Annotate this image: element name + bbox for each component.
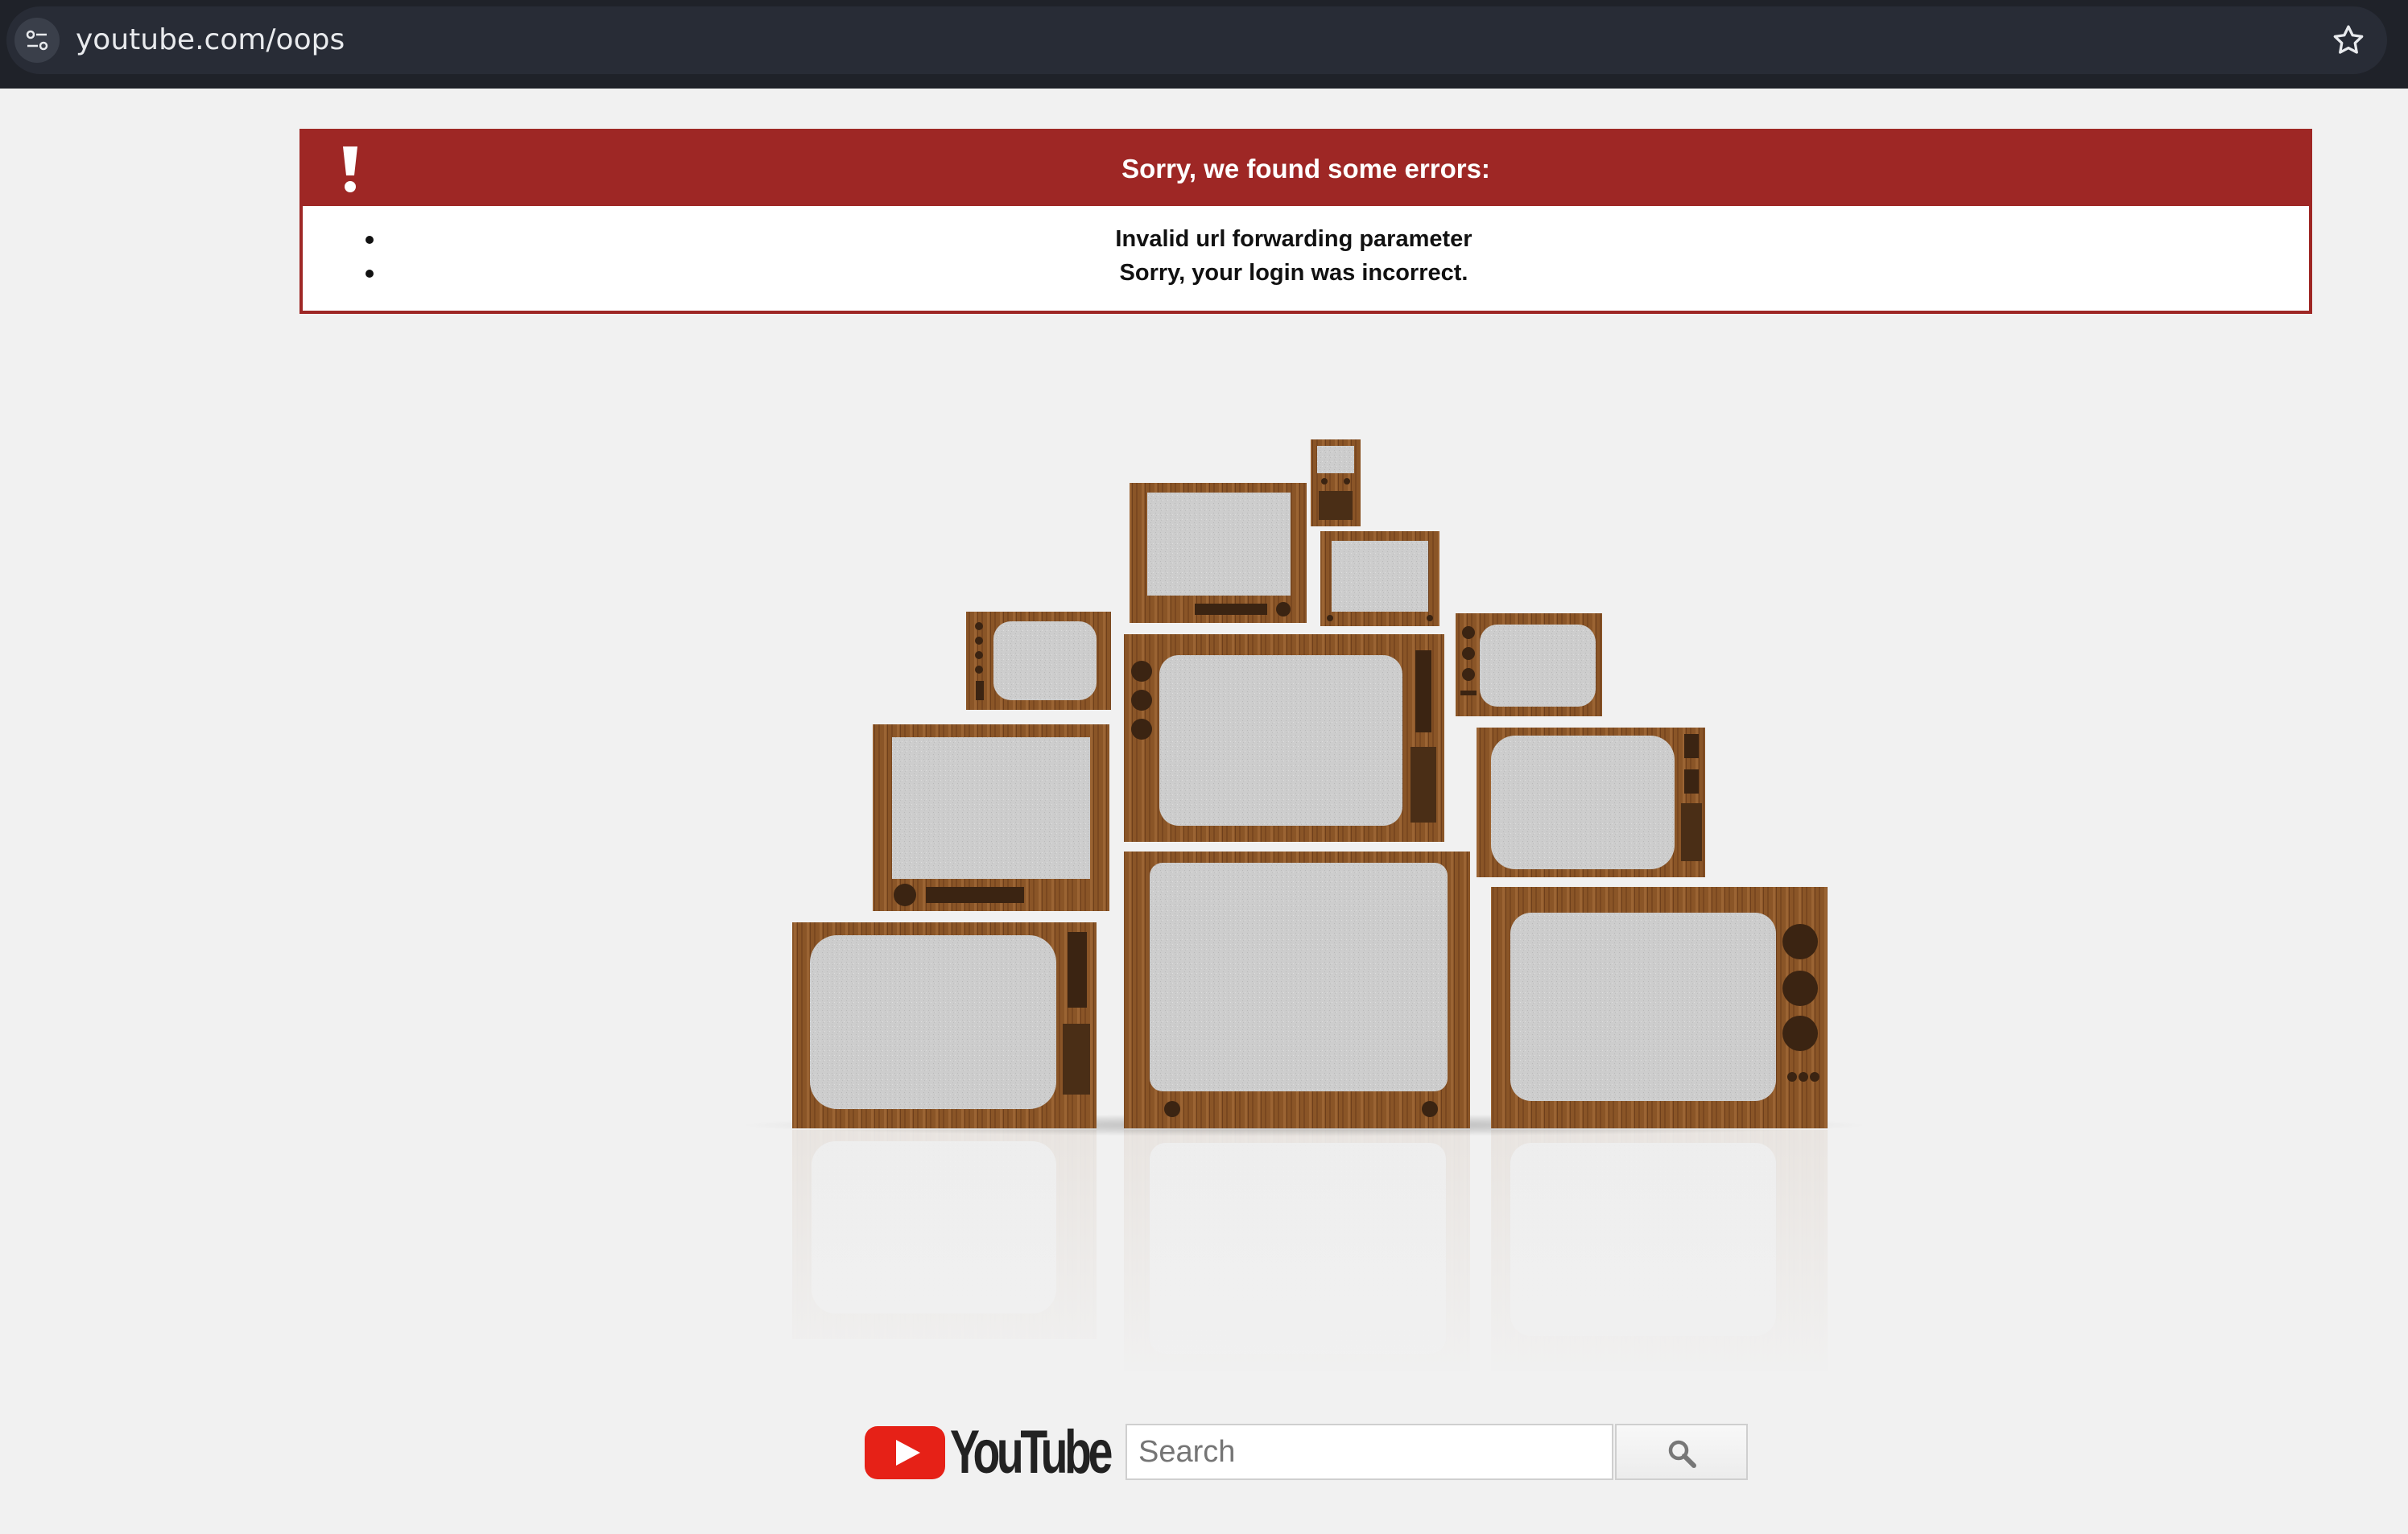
search-button[interactable] bbox=[1615, 1424, 1748, 1480]
tv-right-middle bbox=[1477, 728, 1705, 877]
tv-bottom-left bbox=[792, 922, 1097, 1128]
tv-top-center-right bbox=[1320, 531, 1439, 626]
tv-center-upper bbox=[1124, 634, 1444, 842]
tv-top-center-left bbox=[1130, 483, 1307, 623]
tv-bottom-right bbox=[1491, 887, 1828, 1128]
search-input[interactable] bbox=[1126, 1424, 1613, 1480]
tv-tiny-top bbox=[1311, 439, 1361, 526]
youtube-logo[interactable]: YouTube bbox=[863, 1423, 1113, 1482]
tv-left-middle bbox=[873, 724, 1109, 911]
svg-text:YouTube: YouTube bbox=[950, 1423, 1112, 1482]
tv-bottom-center bbox=[1124, 852, 1470, 1128]
tv-small-left bbox=[966, 612, 1111, 710]
search-icon bbox=[1668, 1440, 1696, 1468]
stack-of-vintage-tvs bbox=[741, 439, 1868, 1386]
tv-small-right bbox=[1456, 613, 1602, 716]
